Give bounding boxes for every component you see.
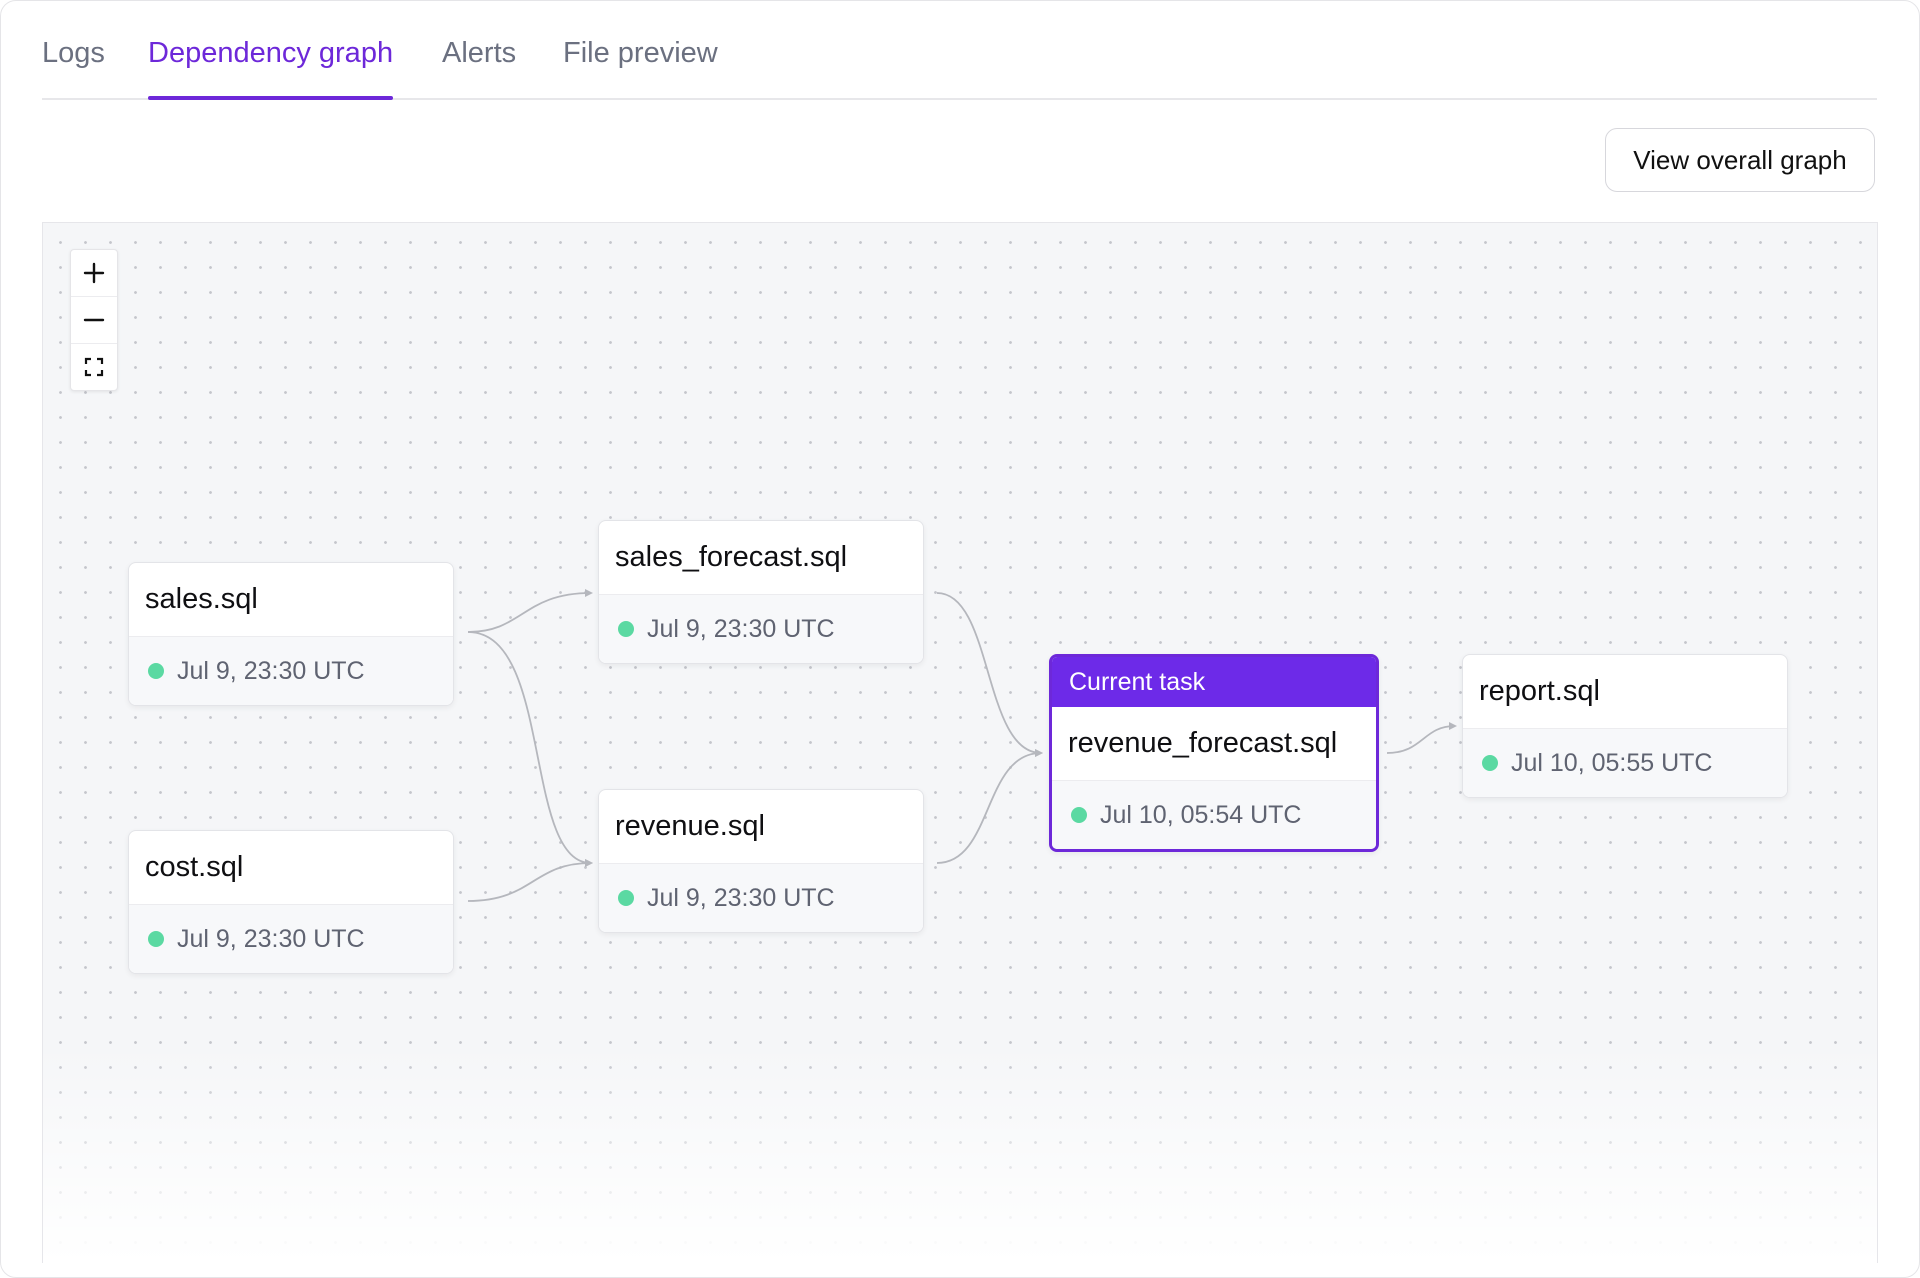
current-task-badge: Current task [1052, 657, 1376, 707]
status-success-icon [1482, 755, 1498, 771]
fit-view-icon [84, 357, 104, 377]
node-timestamp: Jul 9, 23:30 UTC [647, 883, 835, 912]
status-success-icon [618, 890, 634, 906]
node-timestamp: Jul 9, 23:30 UTC [177, 656, 365, 685]
node-title: revenue_forecast.sql [1052, 707, 1376, 781]
node-title: cost.sql [129, 831, 453, 905]
node-report[interactable]: report.sql Jul 10, 05:55 UTC [1462, 654, 1788, 798]
node-revenue[interactable]: revenue.sql Jul 9, 23:30 UTC [598, 789, 924, 933]
node-title: sales_forecast.sql [599, 521, 923, 595]
node-meta: Jul 9, 23:30 UTC [599, 864, 923, 932]
node-title: report.sql [1463, 655, 1787, 729]
node-meta: Jul 9, 23:30 UTC [599, 595, 923, 663]
minus-icon [83, 318, 105, 322]
node-revenue-forecast-current[interactable]: Current task revenue_forecast.sql Jul 10… [1049, 654, 1379, 852]
node-title: revenue.sql [599, 790, 923, 864]
node-sales[interactable]: sales.sql Jul 9, 23:30 UTC [128, 562, 454, 706]
zoom-out-button[interactable] [71, 297, 117, 344]
node-sales-forecast[interactable]: sales_forecast.sql Jul 9, 23:30 UTC [598, 520, 924, 664]
panel-frame: Logs Dependency graph Alerts File previe… [0, 0, 1920, 1278]
status-success-icon [618, 621, 634, 637]
tab-dependency-graph[interactable]: Dependency graph [148, 31, 394, 100]
node-meta: Jul 9, 23:30 UTC [129, 637, 453, 705]
plus-icon [83, 262, 105, 284]
node-meta: Jul 10, 05:54 UTC [1052, 781, 1376, 849]
status-success-icon [148, 931, 164, 947]
graph-canvas[interactable]: sales.sql Jul 9, 23:30 UTC cost.sql Jul … [42, 222, 1878, 1263]
edge-cost-to-revenue [467, 859, 593, 902]
edge-revenue-forecast-to-report [1386, 722, 1457, 754]
edge-revenue-to-revenue-forecast [936, 749, 1043, 864]
node-timestamp: Jul 9, 23:30 UTC [647, 614, 835, 643]
tab-alerts[interactable]: Alerts [442, 31, 516, 98]
node-timestamp: Jul 10, 05:54 UTC [1100, 800, 1302, 829]
edge-sales-to-sales-forecast [467, 589, 593, 633]
fit-view-button[interactable] [71, 344, 117, 390]
view-overall-graph-button[interactable]: View overall graph [1605, 128, 1875, 192]
edge-sales-to-revenue [467, 631, 593, 867]
node-timestamp: Jul 10, 05:55 UTC [1511, 748, 1713, 777]
tab-bar: Logs Dependency graph Alerts File previe… [42, 31, 1877, 100]
zoom-controls [70, 249, 118, 391]
node-title: sales.sql [129, 563, 453, 637]
status-success-icon [1071, 807, 1087, 823]
edge-sales-forecast-to-revenue-forecast [936, 592, 1043, 757]
status-success-icon [148, 663, 164, 679]
zoom-in-button[interactable] [71, 250, 117, 297]
tab-logs[interactable]: Logs [42, 31, 105, 98]
tab-file-preview[interactable]: File preview [563, 31, 718, 98]
node-meta: Jul 9, 23:30 UTC [129, 905, 453, 973]
node-cost[interactable]: cost.sql Jul 9, 23:30 UTC [128, 830, 454, 974]
node-timestamp: Jul 9, 23:30 UTC [177, 924, 365, 953]
node-meta: Jul 10, 05:55 UTC [1463, 729, 1787, 797]
